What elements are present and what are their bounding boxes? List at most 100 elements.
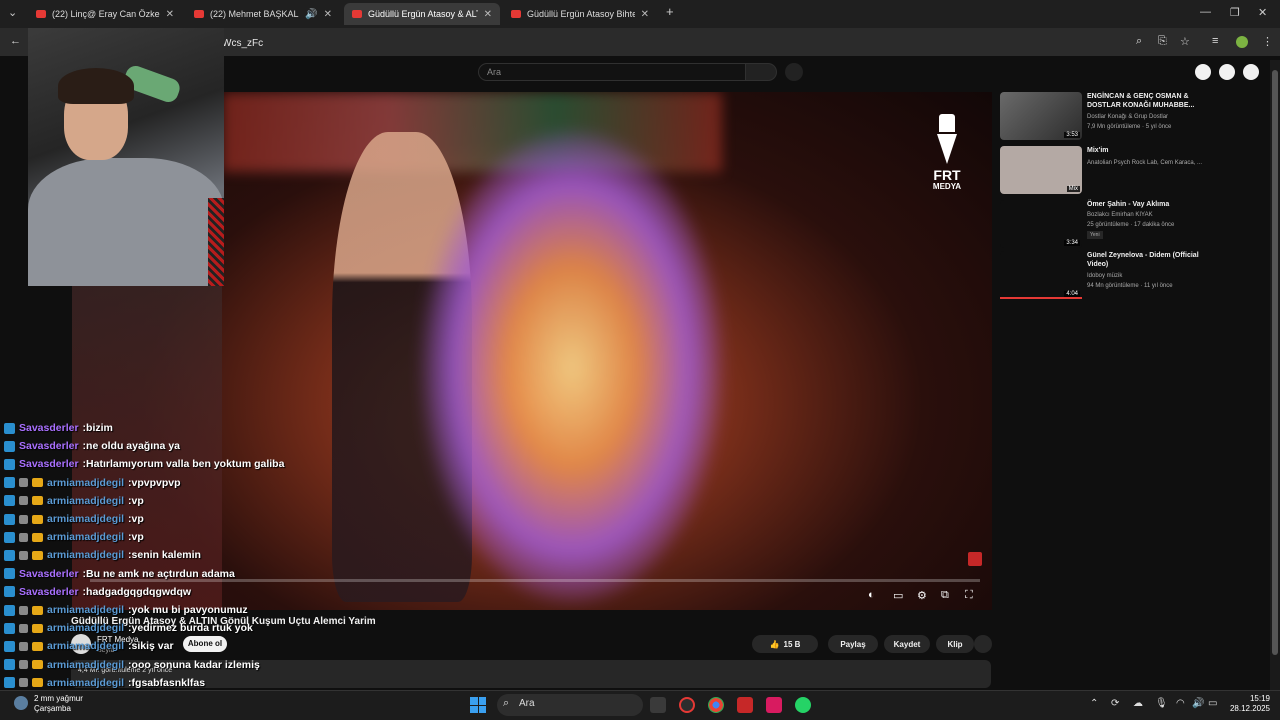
minimize-icon[interactable]: — <box>1200 6 1211 18</box>
chat-username[interactable]: Savasderler <box>19 422 79 434</box>
taskbar-search[interactable]: Ara <box>497 694 643 716</box>
voice-search-icon[interactable] <box>785 63 803 81</box>
close-window-icon[interactable]: ✕ <box>1258 6 1267 19</box>
chat-username[interactable]: Savasderler <box>19 586 79 598</box>
save-button[interactable]: Kaydet <box>884 635 930 653</box>
chrome-icon[interactable] <box>708 697 724 713</box>
rec-title[interactable]: Mix'im <box>1087 146 1207 155</box>
recommendation-item[interactable]: 4:04 Günel Zeynelova - Didem (Official V… <box>1000 251 1220 301</box>
tab-close-icon[interactable]: ✕ <box>484 9 492 20</box>
weather-widget[interactable]: 2 mm yağmur Çarşamba <box>34 694 83 714</box>
video-thumbnail[interactable]: 3:53 <box>1000 92 1082 140</box>
create-icon[interactable] <box>1195 64 1211 80</box>
zoom-icon[interactable]: ⌕ <box>1136 35 1142 48</box>
tray-app-icon[interactable]: ⟳ <box>1111 698 1119 709</box>
wifi-icon[interactable]: ◠ <box>1176 698 1185 709</box>
chat-username[interactable]: armiamadjdegil <box>47 531 124 543</box>
settings-gear-icon[interactable]: ⚙ <box>917 589 927 602</box>
whatsapp-icon[interactable] <box>795 697 811 713</box>
chat-text: yedirmez burda rtuk yok <box>131 622 253 635</box>
streamer-webcam <box>28 28 224 286</box>
task-view-icon[interactable] <box>650 697 666 713</box>
chat-username[interactable]: Savasderler <box>19 440 79 452</box>
system-clock[interactable]: 15:19 28.12.2025 <box>1226 694 1270 714</box>
logo-text-sub: MEDYA <box>932 182 962 191</box>
chat-username[interactable]: armiamadjdegil <box>47 549 124 561</box>
tab-3-active[interactable]: Güdüllü Ergün Atasoy & ALTIN ✕ <box>344 3 500 25</box>
pocket-icon[interactable] <box>766 697 782 713</box>
volume-icon[interactable]: 🔊 <box>1192 698 1204 709</box>
rec-title[interactable]: ENGİNCAN & GENÇ OSMAN & DOSTLAR KONAĞI M… <box>1087 92 1207 110</box>
app-icon-circle[interactable] <box>679 697 695 713</box>
notifications-icon[interactable] <box>1219 64 1235 80</box>
video-thumbnail[interactable]: 3:34 <box>1000 200 1082 248</box>
bookmark-star-icon[interactable]: ☆ <box>1180 35 1190 48</box>
clip-button[interactable]: Klip <box>936 635 974 653</box>
address-bar[interactable]: Wcs_zFc <box>222 38 263 49</box>
share-button[interactable]: Paylaş <box>828 635 878 653</box>
recommendation-item[interactable]: Mix Mix'im Anatolian Psych Rock Lab, Cem… <box>1000 146 1220 196</box>
chat-username[interactable]: armiamadjdegil <box>47 604 124 616</box>
chat-username[interactable]: armiamadjdegil <box>47 495 124 507</box>
recommendation-item[interactable]: 3:53 ENGİNCAN & GENÇ OSMAN & DOSTLAR KON… <box>1000 92 1220 142</box>
chat-text: fgsabfasnklfas <box>131 676 206 689</box>
install-icon[interactable]: ⎘ <box>1158 35 1167 48</box>
more-actions-button[interactable] <box>974 635 992 653</box>
chat-text: vp <box>131 513 144 525</box>
subscriber-crown-icon <box>32 550 43 560</box>
autoplay-toggle-icon[interactable]: ◐ <box>868 589 875 601</box>
video-thumbnail[interactable]: Mix <box>1000 146 1082 194</box>
tab-4[interactable]: Güdüllü Ergün Atasoy Bihter Be ✕ <box>503 3 657 25</box>
tab-2[interactable]: (22) Mehmet BAŞKAL feat. 🔊 ✕ <box>186 3 340 25</box>
chat-username[interactable]: Savasderler <box>19 458 79 470</box>
rec-channel: Idoboy müzik <box>1087 273 1123 279</box>
tab-close-icon[interactable]: ✕ <box>166 9 174 20</box>
media-control-icon[interactable]: ≡ <box>1212 35 1218 47</box>
video-thumbnail[interactable]: 4:04 <box>1000 251 1082 299</box>
scrollbar-thumb[interactable] <box>1272 70 1278 655</box>
tab-1[interactable]: (22) Linç@ Eray Can Özkenar - ✕ <box>28 3 182 25</box>
chat-username[interactable]: armiamadjdegil <box>47 677 124 689</box>
subscriber-crown-icon <box>32 660 43 670</box>
windows-start-icon[interactable] <box>470 697 486 713</box>
battery-icon[interactable]: ▭ <box>1208 698 1217 709</box>
page-scrollbar[interactable] <box>1270 60 1280 690</box>
moderator-badge-icon <box>19 660 28 670</box>
rec-title[interactable]: Günel Zeynelova - Didem (Official Video) <box>1087 251 1207 269</box>
recommendation-item[interactable]: 3:34 Ömer Şahin - Vay Aklıma Bozlakcı Em… <box>1000 200 1220 250</box>
chat-username[interactable]: armiamadjdegil <box>47 477 124 489</box>
chat-username[interactable]: armiamadjdegil <box>47 659 124 671</box>
subscriber-crown-icon <box>32 605 43 615</box>
profile-avatar[interactable] <box>1236 36 1248 48</box>
chat-username[interactable]: armiamadjdegil <box>47 622 124 634</box>
tray-chevron-icon[interactable]: ⌃ <box>1090 698 1098 709</box>
weather-day: Çarşamba <box>34 704 71 713</box>
youtube-search-input[interactable]: Ara <box>478 63 746 81</box>
fullscreen-icon[interactable]: ⛶ <box>965 589 973 602</box>
subtitles-icon[interactable]: ▭ <box>893 589 903 602</box>
tab-search-icon[interactable]: ⌄ <box>8 6 17 19</box>
miniplayer-icon[interactable]: ⧉ <box>941 589 949 602</box>
tab-close-icon[interactable]: ✕ <box>324 9 332 20</box>
like-button[interactable]: 👍 15 B <box>752 635 818 653</box>
maximize-icon[interactable]: ❐ <box>1230 6 1240 19</box>
weather-icon[interactable] <box>14 696 28 710</box>
new-tab-button[interactable]: + <box>666 4 674 19</box>
red-app-icon[interactable] <box>737 697 753 713</box>
tray-network-app-icon[interactable]: ☁ <box>1133 698 1143 709</box>
chat-username[interactable]: armiamadjdegil <box>47 640 124 652</box>
tab-close-icon[interactable]: ✕ <box>641 9 649 20</box>
search-button[interactable] <box>745 63 777 81</box>
account-avatar[interactable] <box>1243 64 1259 80</box>
rec-title[interactable]: Ömer Şahin - Vay Aklıma <box>1087 200 1207 209</box>
speaker-icon[interactable]: 🔊 <box>305 9 317 20</box>
subscriber-crown-icon <box>32 641 43 651</box>
back-icon[interactable]: ← <box>10 35 21 47</box>
tab-title: (22) Mehmet BAŞKAL feat. <box>210 9 299 19</box>
chat-username[interactable]: Savasderler <box>19 568 79 580</box>
chat-username[interactable]: armiamadjdegil <box>47 513 124 525</box>
chat-text: ne oldu ayağına ya <box>86 440 180 453</box>
menu-kebab-icon[interactable]: ⋮ <box>1262 35 1273 48</box>
info-card-icon[interactable] <box>968 552 982 566</box>
microphone-icon[interactable]: 🎙 <box>1155 698 1168 709</box>
